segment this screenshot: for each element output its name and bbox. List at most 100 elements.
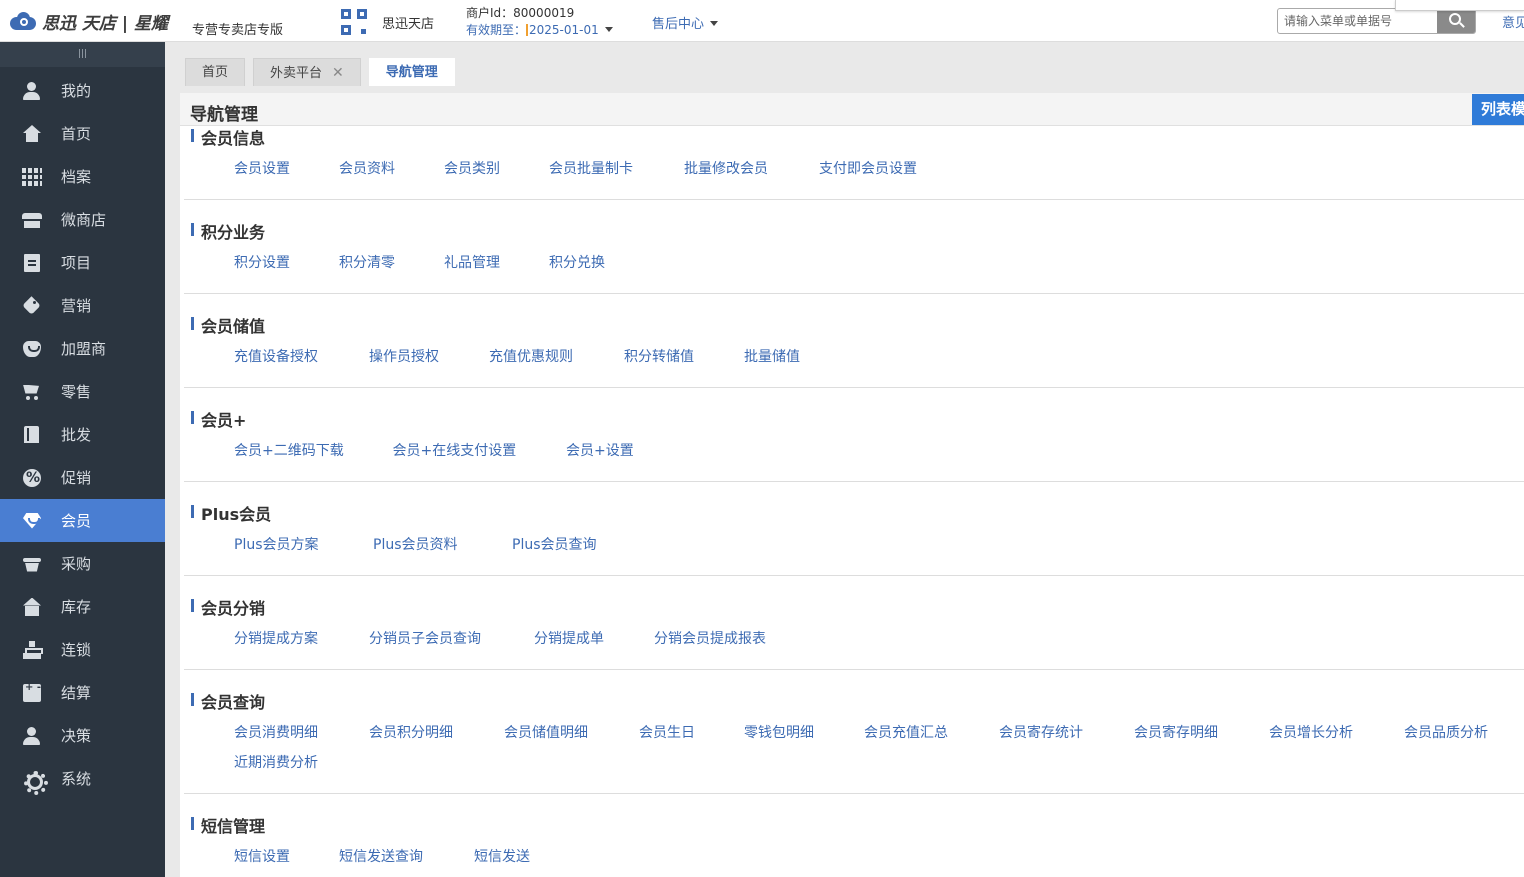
sidebar-item-15[interactable]: 决策: [0, 714, 165, 757]
gear-icon: [22, 770, 48, 795]
nav-link[interactable]: 积分兑换: [549, 252, 605, 272]
nav-link[interactable]: 会员寄存明细: [1134, 722, 1218, 742]
section-title: 会员信息: [190, 125, 265, 149]
nav-link[interactable]: 会员储值明细: [504, 722, 588, 742]
nav-link[interactable]: 积分清零: [339, 252, 395, 272]
nav-link[interactable]: 批量储值: [744, 346, 800, 366]
section-title: 会员分销: [190, 595, 265, 619]
grid-icon: [22, 167, 42, 186]
nav-link[interactable]: 支付即会员设置: [819, 158, 917, 178]
gem-icon: [22, 512, 42, 530]
merchant-info: 商户Id：80000019 有效期至： 2025-01-01: [466, 5, 613, 39]
sidebar-item-label: 项目: [61, 254, 92, 272]
nav-link[interactable]: 会员批量制卡: [549, 158, 633, 178]
heart-icon: [22, 340, 42, 358]
tab-0[interactable]: 首页: [185, 58, 246, 86]
section-divider: [184, 199, 1524, 200]
nav-link[interactable]: 积分设置: [234, 252, 290, 272]
tab-label: 导航管理: [385, 65, 438, 80]
section-title: 会员查询: [190, 689, 265, 713]
nav-link[interactable]: 短信发送: [474, 846, 530, 866]
nav-link[interactable]: 会员消费明细: [234, 722, 318, 742]
sidebar-item-13[interactable]: 连锁: [0, 628, 165, 671]
nav-link[interactable]: 短信发送查询: [339, 846, 423, 866]
nav-link[interactable]: 分销提成方案: [234, 628, 318, 648]
nav-link[interactable]: 积分转储值: [624, 346, 694, 366]
nav-link[interactable]: 零钱包明细: [744, 722, 814, 742]
validity[interactable]: 有效期至： 2025-01-01: [466, 22, 613, 39]
sidebar-nav: 我的首页档案微商店项目营销加盟商零售批发促销会员采购库存连锁结算决策系统: [0, 69, 165, 800]
sidebar-item-label: 连锁: [61, 641, 92, 659]
sidebar-item-2[interactable]: 档案: [0, 155, 165, 198]
sidebar-item-4[interactable]: 项目: [0, 241, 165, 284]
search-button[interactable]: [1437, 9, 1475, 33]
sidebar-item-14[interactable]: 结算: [0, 671, 165, 714]
sidebar-item-11[interactable]: 采购: [0, 542, 165, 585]
close-icon[interactable]: ✕: [332, 65, 344, 81]
merchant-id: 商户Id：80000019: [466, 6, 575, 20]
sidebar-item-0[interactable]: 我的: [0, 69, 165, 112]
nav-link[interactable]: 近期消费分析: [234, 752, 318, 772]
sidebar-item-3[interactable]: 微商店: [0, 198, 165, 241]
nav-link[interactable]: 会员+二维码下载: [234, 440, 344, 460]
sidebar-item-label: 微商店: [61, 211, 107, 229]
valid-date: 2025-01-01: [529, 23, 599, 37]
nav-link[interactable]: 礼品管理: [444, 252, 500, 272]
search-input[interactable]: [1278, 9, 1438, 33]
sidebar-item-9[interactable]: 促销: [0, 456, 165, 499]
nav-link[interactable]: 会员增长分析: [1269, 722, 1353, 742]
after-sales-menu[interactable]: 售后中心: [652, 13, 719, 32]
nav-link[interactable]: 操作员授权: [369, 346, 439, 366]
nav-link[interactable]: 会员生日: [639, 722, 695, 742]
sidebar-item-label: 会员: [61, 512, 92, 530]
top-header: 思迅 天店 | 星耀 专营专卖店专版 思迅天店 商户Id：80000019 有效…: [0, 0, 1524, 42]
nav-link[interactable]: 分销提成单: [534, 628, 604, 648]
tab-1[interactable]: 外卖平台 ✕: [253, 58, 361, 86]
nav-link[interactable]: 会员类别: [444, 158, 500, 178]
nav-link[interactable]: Plus会员资料: [373, 534, 458, 554]
sidebar-item-1[interactable]: 首页: [0, 112, 165, 155]
tag-icon: [22, 297, 42, 315]
sidebar-item-16[interactable]: 系统: [0, 757, 165, 800]
nav-link[interactable]: 会员设置: [234, 158, 290, 178]
sidebar-item-label: 结算: [61, 684, 92, 702]
search-icon-handle: [1459, 22, 1465, 28]
section-title: Plus会员: [190, 501, 271, 525]
sidebar-collapse-handle[interactable]: [0, 42, 165, 67]
tab-label: 外卖平台: [270, 66, 323, 81]
sidebar-item-7[interactable]: 零售: [0, 370, 165, 413]
sidebar-item-10[interactable]: 会员: [0, 499, 165, 542]
nav-link[interactable]: 会员充值汇总: [864, 722, 948, 742]
nav-link[interactable]: Plus会员查询: [512, 534, 597, 554]
sidebar-item-label: 营销: [61, 297, 92, 315]
sidebar-item-8[interactable]: 批发: [0, 413, 165, 456]
nav-link[interactable]: Plus会员方案: [234, 534, 319, 554]
nav-link[interactable]: 短信设置: [234, 846, 290, 866]
sidebar-item-label: 我的: [61, 82, 92, 100]
tab-2[interactable]: 导航管理: [368, 58, 455, 86]
nav-link[interactable]: 批量修改会员: [684, 158, 768, 178]
nav-link[interactable]: 充值设备授权: [234, 346, 318, 366]
nav-link[interactable]: 会员资料: [339, 158, 395, 178]
section-divider: [184, 387, 1524, 388]
sidebar-item-5[interactable]: 营销: [0, 284, 165, 327]
nav-link[interactable]: 会员+设置: [566, 440, 634, 460]
nav-link[interactable]: 会员品质分析: [1404, 722, 1488, 742]
list-mode-button[interactable]: 列表模式: [1472, 94, 1524, 125]
sidebar-item-6[interactable]: 加盟商: [0, 327, 165, 370]
nav-link[interactable]: 会员积分明细: [369, 722, 453, 742]
section-title: 会员储值: [190, 313, 265, 337]
nav-link[interactable]: 会员+在线支付设置: [393, 440, 517, 460]
brand-logo[interactable]: 思迅 天店 | 星耀: [8, 8, 168, 34]
sidebar-item-12[interactable]: 库存: [0, 585, 165, 628]
section-title: 积分业务: [190, 219, 265, 243]
nav-link[interactable]: 会员寄存统计: [999, 722, 1083, 742]
nav-link[interactable]: 分销会员提成报表: [654, 628, 766, 648]
feedback-link[interactable]: 意见: [1502, 12, 1524, 31]
percent-icon: [22, 468, 42, 487]
nav-link[interactable]: 充值优惠规则: [489, 346, 573, 366]
qr-code-icon[interactable]: [341, 9, 367, 35]
cart-icon: [22, 383, 42, 401]
nav-link[interactable]: 分销员子会员查询: [369, 628, 481, 648]
panel-header: 导航管理 列表模式: [180, 93, 1524, 126]
